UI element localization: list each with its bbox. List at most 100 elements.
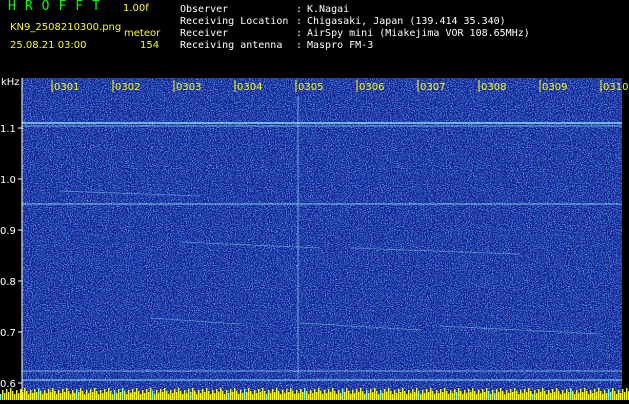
y-tick-label: 1.0: [0, 175, 16, 186]
level-bar-segment: [20, 389, 22, 400]
header-panel: HROFFT 1.00f KN9_2508210300.png 25.08.21…: [0, 0, 629, 78]
level-bar-segment: [82, 391, 84, 400]
level-bar-segment: [204, 392, 206, 400]
level-bar-segment: [416, 388, 418, 400]
level-bar-segment: [278, 391, 280, 400]
spectrogram-panel: 1.1 1.0 0.9 0.8 0.7 0.6 0301 0302 0303 0304 0305 03…: [0, 77, 629, 400]
level-bar-segment: [220, 388, 222, 400]
level-bar-segment: [498, 392, 500, 400]
level-bar-segment: [30, 390, 32, 400]
level-bar-segment: [60, 393, 62, 400]
level-bar-segment: [14, 394, 16, 400]
level-bar-segment: [210, 394, 212, 400]
level-bar-segment: [584, 388, 586, 400]
level-bar-segment: [588, 394, 590, 400]
level-bar-segment: [74, 393, 76, 400]
time-tick-label: 0310: [603, 82, 628, 93]
level-bar-segment: [440, 389, 442, 400]
time-tick-label: 0303: [176, 82, 201, 93]
level-bar-segment: [448, 394, 450, 400]
y-unit-label: kHz: [1, 78, 20, 88]
level-bar-segment: [0, 394, 2, 400]
level-bar-segment: [146, 389, 148, 400]
level-bar-segment: [428, 392, 430, 400]
level-bar-segment: [476, 394, 478, 400]
time-tick-label: 0304: [237, 82, 262, 93]
level-bar-segment: [120, 392, 122, 400]
level-bar-segment: [78, 392, 80, 400]
level-bar-segment: [50, 392, 52, 400]
level-bar-segment: [110, 391, 112, 400]
level-bar-segment: [372, 392, 374, 400]
level-bar-segment: [426, 389, 428, 400]
level-bar-segment: [212, 390, 214, 400]
level-bar-segment: [472, 388, 474, 400]
level-bar-segment: [516, 391, 518, 400]
app-version: 1.00f: [123, 3, 149, 14]
file-name: KN9_2508210300.png: [10, 22, 122, 33]
level-bar-segment: [174, 389, 176, 400]
level-bar-segment: [240, 390, 242, 400]
level-bar-segment: [268, 390, 270, 400]
level-bar-segment: [258, 389, 260, 400]
level-bar-segment: [390, 391, 392, 400]
level-bar-segment: [198, 390, 200, 400]
level-bar-segment: [308, 394, 310, 400]
level-bar-segment: [54, 391, 56, 400]
level-bar-segment: [226, 390, 228, 400]
level-bar-segment: [38, 388, 40, 400]
y-tick-label: 0.8: [0, 277, 16, 288]
level-bar-segment: [604, 390, 606, 400]
level-bar-segment: [138, 391, 140, 400]
level-bar-segment: [340, 393, 342, 400]
level-bar-segment: [602, 394, 604, 400]
level-bar-segment: [330, 392, 332, 400]
level-bar-segment: [608, 389, 610, 400]
level-bar-segment: [528, 388, 530, 400]
level-bar-segment: [152, 391, 154, 400]
level-bar-segment: [296, 390, 298, 400]
level-bar-segment: [578, 393, 580, 400]
antenna-value: Maspro FM-3: [307, 40, 374, 51]
level-bar-segment: [154, 394, 156, 400]
level-bar-segment: [488, 391, 490, 400]
level-bar-segment: [290, 388, 292, 400]
level-bar-segment: [266, 394, 268, 400]
level-bar-segment: [304, 388, 306, 400]
level-bar-segment: [238, 394, 240, 400]
level-bar-segment: [318, 388, 320, 400]
level-bar-segment: [100, 390, 102, 400]
level-bar-segment: [560, 394, 562, 400]
level-bar-segment: [314, 389, 316, 400]
level-bar-segment: [328, 389, 330, 400]
level-bar-segment: [114, 390, 116, 400]
time-tick-label: 0308: [481, 82, 506, 93]
level-bar-segment: [24, 388, 26, 400]
level-bar-segment: [234, 388, 236, 400]
level-bar-segment: [576, 390, 578, 400]
level-bar-segment: [558, 391, 560, 400]
level-bar-segment: [504, 394, 506, 400]
level-bar-segment: [86, 390, 88, 400]
level-bar-segment: [320, 391, 322, 400]
level-bar-segment: [306, 391, 308, 400]
level-bar-segment: [122, 388, 124, 400]
y-tick-label: 0.6: [0, 379, 16, 390]
colon: :: [296, 16, 303, 27]
level-bar-segment: [566, 389, 568, 400]
level-bar-segment: [26, 391, 28, 400]
level-bar-segment: [400, 392, 402, 400]
level-bar-segment: [68, 391, 70, 400]
level-bar-segment: [460, 391, 462, 400]
level-bar-segment: [496, 389, 498, 400]
level-bar-segment: [56, 394, 58, 400]
level-bar-segment: [186, 393, 188, 400]
level-bar-segment: [98, 394, 100, 400]
level-bar-segment: [436, 390, 438, 400]
level-bar-segment: [236, 391, 238, 400]
level-bar-segment: [358, 392, 360, 400]
time-tick-label: 0305: [298, 82, 323, 93]
level-bar-segment: [270, 393, 272, 400]
level-bar-segment: [106, 392, 108, 400]
time-tick-label: 0302: [115, 82, 140, 93]
